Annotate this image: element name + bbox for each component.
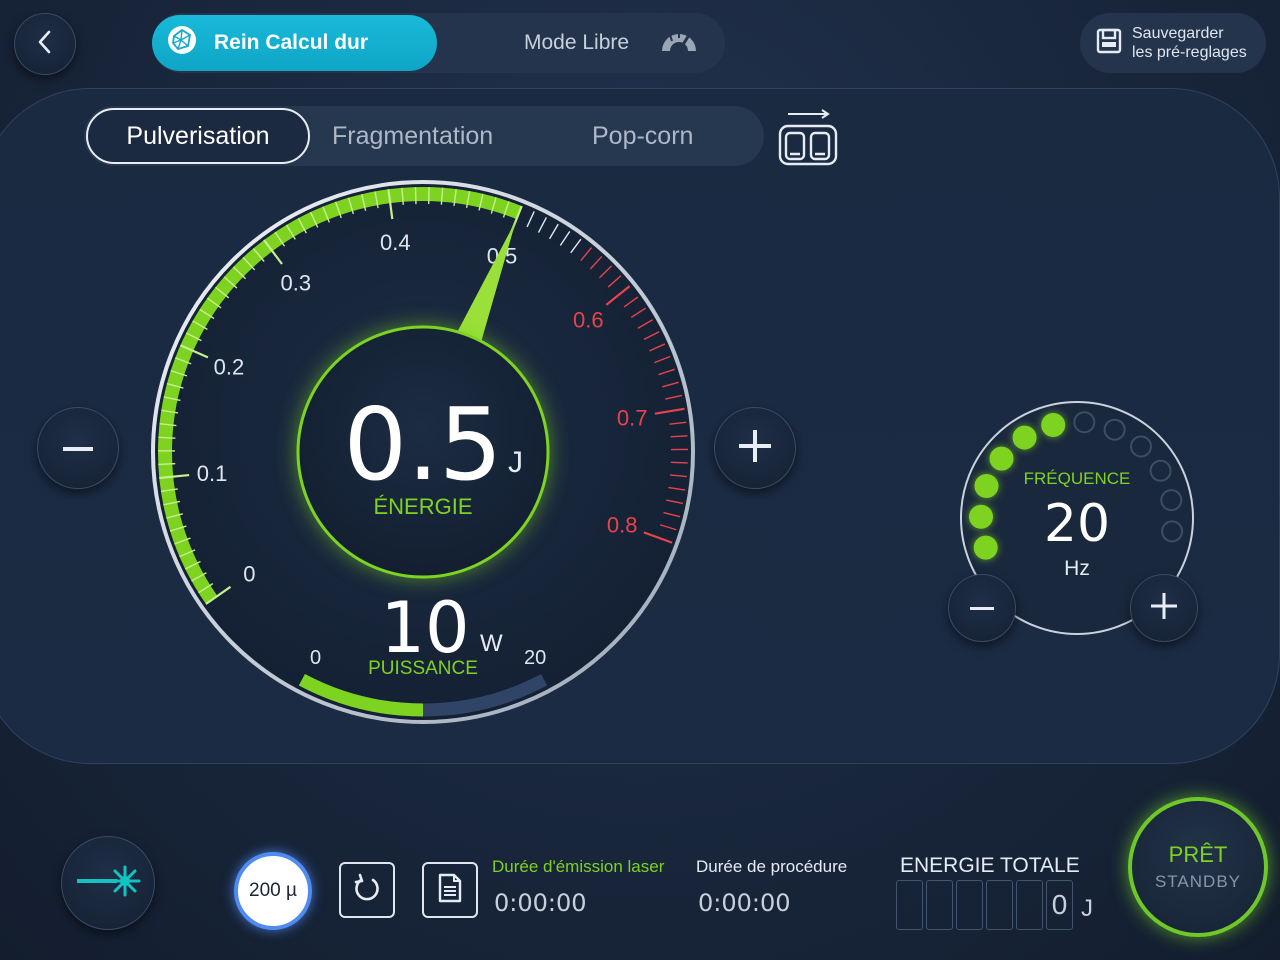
energy-label: ÉNERGIE bbox=[373, 494, 473, 519]
frequency-dot bbox=[1041, 413, 1066, 438]
frequency-dot bbox=[974, 474, 999, 499]
gauge-tick-label: 0.6 bbox=[573, 307, 604, 332]
preset-tabs: Rein Calcul dur Mode Libre bbox=[152, 13, 725, 73]
foot-pedal-button[interactable] bbox=[776, 108, 840, 168]
frequency-dot bbox=[1149, 459, 1172, 482]
save-presets-button[interactable]: Sauvegarder les pré-reglages bbox=[1080, 13, 1266, 73]
power-unit: W bbox=[480, 630, 503, 657]
gauge-tick bbox=[158, 436, 176, 439]
gauge-tick bbox=[158, 462, 176, 466]
ready-standby-button[interactable]: PRÊT STANDBY bbox=[1128, 797, 1268, 937]
report-button[interactable] bbox=[422, 862, 478, 918]
energy-value: 0.5 bbox=[343, 386, 503, 503]
total-energy-unit: J bbox=[1081, 895, 1093, 922]
energy-unit: J bbox=[508, 446, 523, 479]
frequency-dot bbox=[1012, 425, 1037, 450]
gauge-tick bbox=[670, 461, 688, 464]
frequency-label: FRÉQUENCE bbox=[1023, 469, 1131, 488]
frequency-dot bbox=[1160, 489, 1183, 512]
fiber-size-label: 200 µ bbox=[249, 880, 297, 901]
power-max: 20 bbox=[524, 647, 547, 669]
stone-icon bbox=[166, 24, 198, 62]
chevron-left-icon bbox=[35, 29, 55, 60]
fiber-size-button[interactable]: 200 µ bbox=[234, 852, 312, 930]
total-energy-value: 0 bbox=[1051, 889, 1068, 920]
tab-rein-calcul-dur[interactable]: Rein Calcul dur bbox=[152, 15, 437, 71]
ready-label: PRÊT bbox=[1168, 842, 1228, 867]
frequency-dot bbox=[1130, 435, 1153, 458]
frequency-dot bbox=[1103, 418, 1126, 441]
save-presets-label: Sauvegarder les pré-reglages bbox=[1132, 25, 1247, 61]
mode-tab-pulverisation[interactable]: Pulverisation bbox=[86, 108, 310, 164]
digit-box bbox=[926, 880, 953, 930]
frequency-dot bbox=[969, 504, 994, 529]
standby-label: STANDBY bbox=[1154, 872, 1242, 891]
energy-increase-button[interactable] bbox=[714, 407, 796, 489]
mode-tabs: Pulverisation Fragmentation Pop-corn bbox=[84, 106, 764, 166]
foot-pedal-icon bbox=[776, 109, 840, 172]
reset-button[interactable] bbox=[339, 862, 395, 918]
gauge-tick-label: 0.3 bbox=[280, 270, 311, 295]
mode-tab-pop-corn[interactable]: Pop-corn bbox=[592, 106, 693, 166]
digit-box: 0 bbox=[1046, 880, 1073, 930]
mode-tab-fragmentation[interactable]: Fragmentation bbox=[332, 106, 493, 166]
gauge-tick-label: 0.7 bbox=[617, 405, 648, 430]
refresh-icon bbox=[352, 873, 382, 908]
frequency-dot bbox=[1161, 520, 1184, 543]
frequency-dot bbox=[989, 446, 1014, 471]
power-label: PUISSANCE bbox=[368, 658, 478, 679]
document-icon bbox=[437, 873, 463, 908]
frequency-dot bbox=[1073, 411, 1096, 434]
power-min: 0 bbox=[310, 647, 322, 669]
gauge-tick-label: 0.4 bbox=[380, 230, 411, 255]
gauge-tick-label: 0 bbox=[243, 562, 255, 587]
floppy-disk-icon bbox=[1096, 28, 1122, 59]
tab-label: Rein Calcul dur bbox=[214, 31, 369, 54]
frequency-decrease-button[interactable] bbox=[948, 574, 1016, 642]
frequency-value: 20 bbox=[1043, 494, 1111, 554]
digit-box bbox=[956, 880, 983, 930]
gauge-tick-label: 0.1 bbox=[197, 461, 228, 486]
laser-icon bbox=[75, 861, 141, 906]
energy-decrease-button[interactable] bbox=[37, 407, 119, 489]
digit-box bbox=[896, 880, 923, 930]
tab-mode-libre[interactable]: Mode Libre bbox=[524, 15, 699, 71]
gauge-tick-label: 0.8 bbox=[607, 513, 638, 538]
speedometer-icon bbox=[659, 27, 699, 59]
minus-icon bbox=[970, 599, 994, 617]
gauge-tick-label: 0.2 bbox=[214, 355, 245, 380]
procedure-duration-value: 0:00:00 bbox=[698, 889, 791, 917]
total-energy-label: ENERGIE TOTALE bbox=[900, 854, 1080, 877]
aiming-beam-button[interactable] bbox=[61, 836, 155, 930]
frequency-dot bbox=[973, 535, 998, 560]
power-value: 10 bbox=[380, 587, 470, 669]
plus-icon bbox=[1151, 592, 1177, 624]
tab-label: Mode Libre bbox=[524, 31, 630, 54]
minus-icon bbox=[63, 439, 93, 457]
frequency-unit: Hz bbox=[1064, 557, 1090, 580]
digit-box bbox=[1016, 880, 1043, 930]
procedure-duration-label: Durée de procédure bbox=[696, 857, 848, 876]
back-button[interactable] bbox=[14, 13, 76, 75]
laser-duration-value: 0:00:00 bbox=[494, 889, 587, 917]
plus-icon bbox=[739, 429, 771, 467]
frequency-increase-button[interactable] bbox=[1130, 574, 1198, 642]
digit-box bbox=[986, 880, 1013, 930]
laser-duration-label: Durée d'émission laser bbox=[492, 857, 665, 876]
